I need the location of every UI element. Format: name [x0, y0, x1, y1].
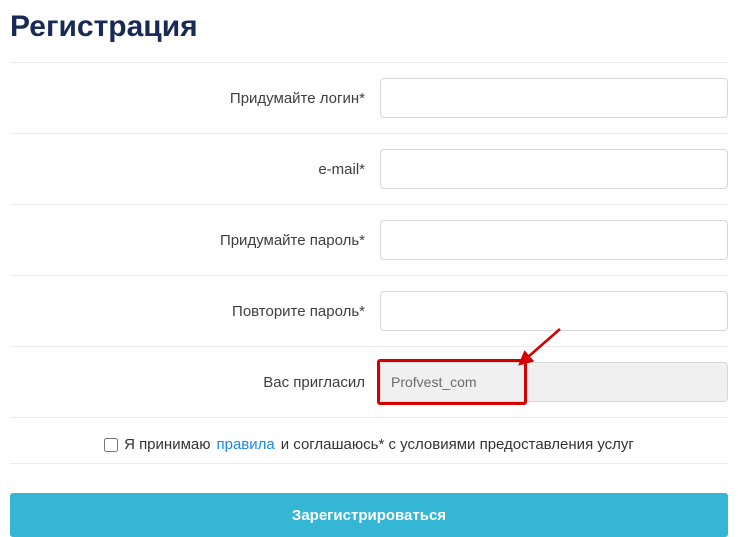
page-title: Регистрация: [10, 10, 728, 44]
login-label: Придумайте логин*: [10, 90, 380, 107]
terms-text-post: и соглашаюсь* с условиями предоставления…: [281, 436, 634, 453]
row-password-confirm: Повторите пароль*: [10, 275, 728, 346]
row-login: Придумайте логин*: [10, 62, 728, 133]
row-terms: Я принимаю правила и соглашаюсь* с услов…: [10, 417, 728, 463]
email-label: e-mail*: [10, 161, 380, 178]
referrer-label: Вас пригласил: [10, 374, 380, 391]
spacer: [10, 463, 728, 493]
referrer-input: [380, 362, 728, 402]
row-email: e-mail*: [10, 133, 728, 204]
row-referrer: Вас пригласил: [10, 346, 728, 417]
password-input[interactable]: [380, 220, 728, 260]
terms-link[interactable]: правила: [216, 436, 274, 453]
password-confirm-input[interactable]: [380, 291, 728, 331]
password-label: Придумайте пароль*: [10, 232, 380, 249]
terms-text-pre: Я принимаю: [124, 436, 210, 453]
email-input[interactable]: [380, 149, 728, 189]
login-input[interactable]: [380, 78, 728, 118]
terms-checkbox[interactable]: [104, 438, 118, 452]
row-password: Придумайте пароль*: [10, 204, 728, 275]
register-button[interactable]: Зарегистрироваться: [10, 493, 728, 537]
password-confirm-label: Повторите пароль*: [10, 303, 380, 320]
